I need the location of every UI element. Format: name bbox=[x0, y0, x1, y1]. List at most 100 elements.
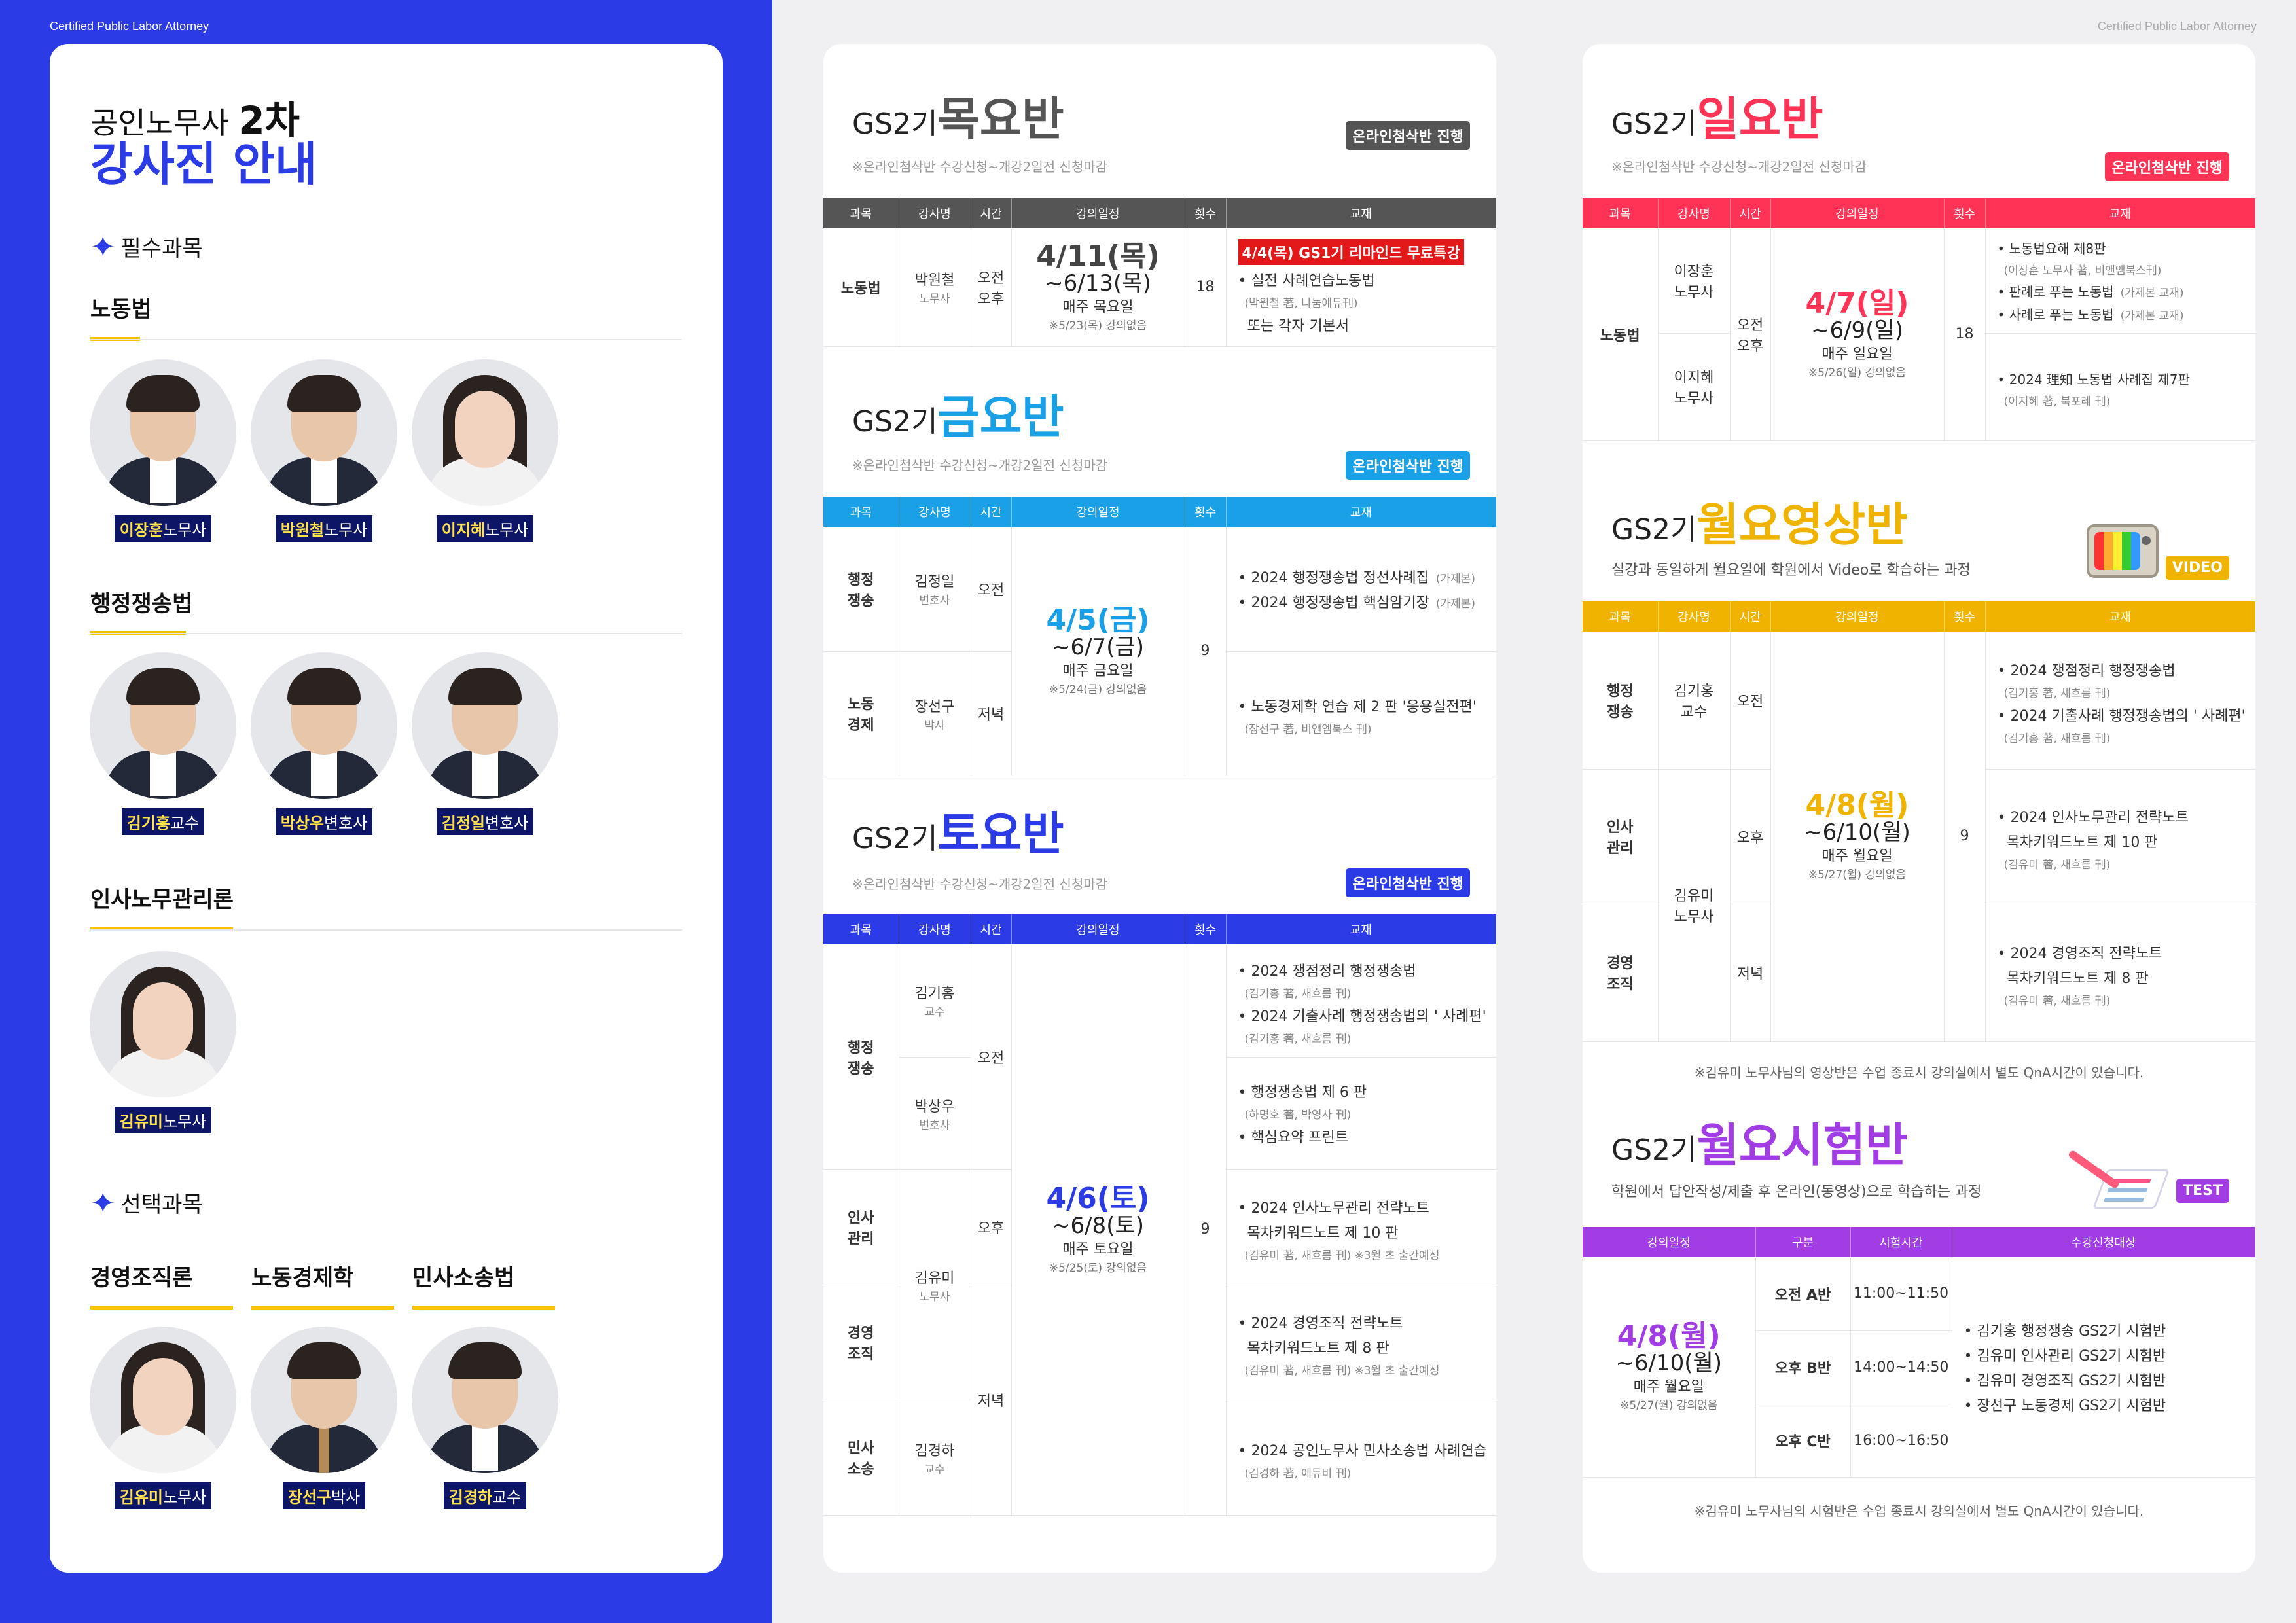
table-cell: • 2024 인사노무관리 전략노트 목차키워드노트 제 10 판 (김유미 著, … bbox=[1985, 769, 2255, 904]
table-cell: 행정 쟁송 bbox=[823, 944, 899, 1170]
table-header: 과목 강사명 시간 강의일정 횟수 교재 bbox=[823, 198, 1496, 228]
underline bbox=[412, 1306, 555, 1310]
test-title: GS2기 월요시험반 bbox=[1611, 1118, 1908, 1172]
test-table: 강의일정 구분 시험시간 수강신청대상 4/8(월) ~6/10(월) 매주 월요일 ※5/… bbox=[1583, 1227, 2255, 1478]
table-cell: 저녁 bbox=[1730, 904, 1771, 1042]
table-cell: 강의일정 bbox=[1770, 198, 1945, 228]
table-cell: 민사 소송 bbox=[823, 1400, 899, 1516]
mon-title: GS2기 월요영상반 bbox=[1611, 498, 1908, 552]
fri-table: 과목 강사명 시간 강의일정 횟수 교재 행정 쟁송 김정일 변호사 오전 4/5(금) ~6… bbox=[823, 497, 1496, 776]
video-badge: VIDEO bbox=[2165, 556, 2229, 580]
table-cell: 노동 경제 bbox=[823, 651, 899, 776]
table-cell: 수강신청대상 bbox=[1952, 1227, 2255, 1257]
subject-civil: 민사소송법 bbox=[412, 1265, 515, 1291]
table-cell: 김유미 노무사 bbox=[899, 1169, 971, 1400]
caption-left: Certified Public Labor Attorney bbox=[50, 20, 209, 33]
table-cell: 4/4(목) GS1기 리마인드 무료특강 • 실전 사례연습노동법 (박원철 著,… bbox=[1226, 228, 1496, 347]
subject-labor-law: 노동법 bbox=[90, 296, 152, 323]
table-cell: 4/6(토) ~6/8(토) 매주 토요일 ※5/25(토) 강의없음 bbox=[1011, 944, 1185, 1516]
table-cell: 인사 관리 bbox=[823, 1169, 899, 1285]
table-cell: • 노동법요해 제8판 (이장훈 노무사 著, 비앤엠북스刊) • 판례로 푸는 노… bbox=[1985, 228, 2255, 334]
table-cell: 김경하 교수 bbox=[899, 1400, 971, 1516]
sat-note: ※온라인첨삭반 수강신청~개강2일전 신청마감 bbox=[852, 876, 1108, 892]
table-row: 노동법 이장훈 노무사 오전 오후 4/7(일) ~6/9(일) 매주 일요일 ※5/2… bbox=[1583, 228, 2255, 441]
avatar bbox=[251, 1327, 397, 1473]
table-cell: 과목 bbox=[823, 914, 899, 944]
table-cell: 김기홍 교수 bbox=[1658, 632, 1731, 770]
table-cell: 경영 조직 bbox=[823, 1285, 899, 1400]
table-cell: 18 bbox=[1944, 228, 1986, 441]
table-cell: 시험시간 bbox=[1850, 1227, 1952, 1257]
table-cell: 강사명 bbox=[899, 198, 971, 228]
table-cell: 강의일정 bbox=[1011, 914, 1185, 944]
fri-title: GS2기 금요반 bbox=[852, 390, 1064, 444]
table-cell: 교재 bbox=[1226, 497, 1496, 527]
subject-org: 경영조직론 bbox=[90, 1265, 193, 1291]
sat-table: 과목 강사명 시간 강의일정 횟수 교재 행정 쟁송 김기홍 교수 오전 4/6(토) ~6/… bbox=[823, 914, 1496, 1516]
table-row: 노동법 박원철 노무사 오전 오후 4/11(목) ~6/13(목) 매주 목요일 ※5/… bbox=[823, 228, 1496, 347]
table-cell: • 2024 쟁점정리 행정쟁송법 (김기홍 著, 새흐름 刊) • 2024 기출… bbox=[1226, 944, 1496, 1058]
table-cell: • 노동경제학 연습 제 2 판 '응용실전편' (장선구 著, 비앤엠북스 刊) bbox=[1226, 651, 1496, 776]
subject-admin: 행정쟁송법 bbox=[90, 591, 193, 617]
table-cell: 4/5(금) ~6/7(금) 매주 금요일 ※5/24(금) 강의없음 bbox=[1011, 527, 1185, 776]
table-cell: 4/7(일) ~6/9(일) 매주 일요일 ※5/26(일) 강의없음 bbox=[1770, 228, 1945, 441]
table-cell: 강의일정 bbox=[1770, 601, 1945, 632]
table-cell: 인사 관리 bbox=[1583, 769, 1659, 904]
table-cell: 11:00~11:50 bbox=[1850, 1257, 1952, 1331]
lecturer-l2: 박원철노무사 bbox=[249, 359, 399, 542]
table-header: 과목 강사명 시간 강의일정 횟수 교재 bbox=[823, 914, 1496, 944]
table-cell: 박상우 변호사 bbox=[899, 1057, 971, 1170]
mon-footnote: ※김유미 노무사님의 영상반은 수업 종료시 강의실에서 별도 QnA시간이 있… bbox=[1694, 1065, 2144, 1080]
table-cell: 강사명 bbox=[899, 914, 971, 944]
table-cell: 4/8(월) ~6/10(월) 매주 월요일 ※5/27(월) 강의없음 bbox=[1583, 1257, 1756, 1478]
table-cell: 구분 bbox=[1755, 1227, 1851, 1257]
table-cell: 4/11(목) ~6/13(목) 매주 목요일 ※5/23(목) 강의없음 bbox=[1011, 228, 1185, 347]
table-cell: 4/8(월) ~6/10(월) 매주 월요일 ※5/27(월) 강의없음 bbox=[1770, 632, 1945, 1042]
mon-subtitle: 실강과 동일하게 월요일에 학원에서 Video로 학습하는 과정 bbox=[1611, 562, 1971, 579]
sparkle-icon: ✦ bbox=[90, 228, 116, 264]
thu-title: GS2기 목요반 bbox=[852, 92, 1064, 146]
mon-table: 과목 강사명 시간 강의일정 횟수 교재 행정 쟁송 김기홍 교수 오전 4/8(월) ~6/… bbox=[1583, 601, 2255, 1042]
avatar bbox=[90, 1327, 236, 1473]
lecturer-card: 공인노무사 2차 강사진 안내 ✦ 필수과목 노동법 이장훈노무사 박원철노무사 … bbox=[50, 44, 723, 1573]
table-cell: • 2024 인사노무관리 전략노트 목차키워드노트 제 10 판 (김유미 著, … bbox=[1226, 1169, 1496, 1285]
test-subtitle: 학원에서 답안작성/제출 후 온라인(동영상)으로 학습하는 과정 bbox=[1611, 1184, 1982, 1200]
table-cell: • 2024 쟁점정리 행정쟁송법 (김기홍 著, 새흐름 刊) • 2024 기출… bbox=[1985, 632, 2255, 770]
table-cell: 저녁 bbox=[971, 651, 1012, 776]
tv-icon bbox=[2087, 524, 2159, 578]
schedule-card-2: GS2기 일요반 ※온라인첨삭반 수강신청~개강2일전 신청마감 온라인첨삭반 진… bbox=[1583, 44, 2255, 1573]
table-cell: 이장훈 노무사 bbox=[1658, 228, 1731, 334]
fri-note: ※온라인첨삭반 수강신청~개강2일전 신청마감 bbox=[852, 457, 1108, 473]
sun-note: ※온라인첨삭반 수강신청~개강2일전 신청마감 bbox=[1611, 159, 1867, 175]
sat-title: GS2기 토요반 bbox=[852, 807, 1064, 861]
table-cell: 오후 bbox=[1730, 769, 1771, 904]
subject-econ: 노동경제학 bbox=[251, 1265, 354, 1291]
avatar bbox=[251, 359, 397, 506]
sat-online-badge: 온라인첨삭반 진행 bbox=[1346, 868, 1470, 897]
table-cell: 오전 A반 bbox=[1755, 1257, 1851, 1331]
table-row: 4/8(월) ~6/10(월) 매주 월요일 ※5/27(월) 강의없음 오전 A반 … bbox=[1583, 1257, 2255, 1478]
table-cell: 교재 bbox=[1985, 601, 2255, 632]
lecturer-c1: 김경하교수 bbox=[410, 1327, 560, 1509]
lecturer-a1: 김기홍교수 bbox=[88, 652, 238, 835]
table-cell: 시간 bbox=[971, 914, 1012, 944]
table-cell: 과목 bbox=[1583, 601, 1659, 632]
table-cell: 9 bbox=[1185, 944, 1227, 1516]
caption-right: Certified Public Labor Attorney bbox=[2097, 20, 2257, 33]
table-cell: 교재 bbox=[1226, 914, 1496, 944]
table-cell: 오전 bbox=[971, 527, 1012, 652]
divider bbox=[90, 929, 682, 931]
lecturer-l1: 이장훈노무사 bbox=[88, 359, 238, 542]
table-cell: 김기홍 교수 bbox=[899, 944, 971, 1058]
table-row: 행정 쟁송 김기홍 교수 오전 4/6(토) ~6/8(토) 매주 토요일 ※5/25(… bbox=[823, 944, 1496, 1516]
table-cell: 행정 쟁송 bbox=[823, 527, 899, 652]
test-footnote: ※김유미 노무사님의 시험반은 수업 종료시 강의실에서 별도 QnA시간이 있… bbox=[1694, 1503, 2144, 1519]
table-cell: 과목 bbox=[823, 198, 899, 228]
table-cell: 오후 B반 bbox=[1755, 1330, 1851, 1404]
table-cell: 강의일정 bbox=[1583, 1227, 1756, 1257]
lecturer-a2: 박상우변호사 bbox=[249, 652, 399, 835]
thu-table: 과목 강사명 시간 강의일정 횟수 교재 노동법 박원철 노무사 오전 오후 4/11(목) ~… bbox=[823, 198, 1496, 347]
table-cell: 강의일정 bbox=[1011, 497, 1185, 527]
avatar bbox=[90, 652, 236, 799]
table-cell: 강사명 bbox=[899, 497, 971, 527]
